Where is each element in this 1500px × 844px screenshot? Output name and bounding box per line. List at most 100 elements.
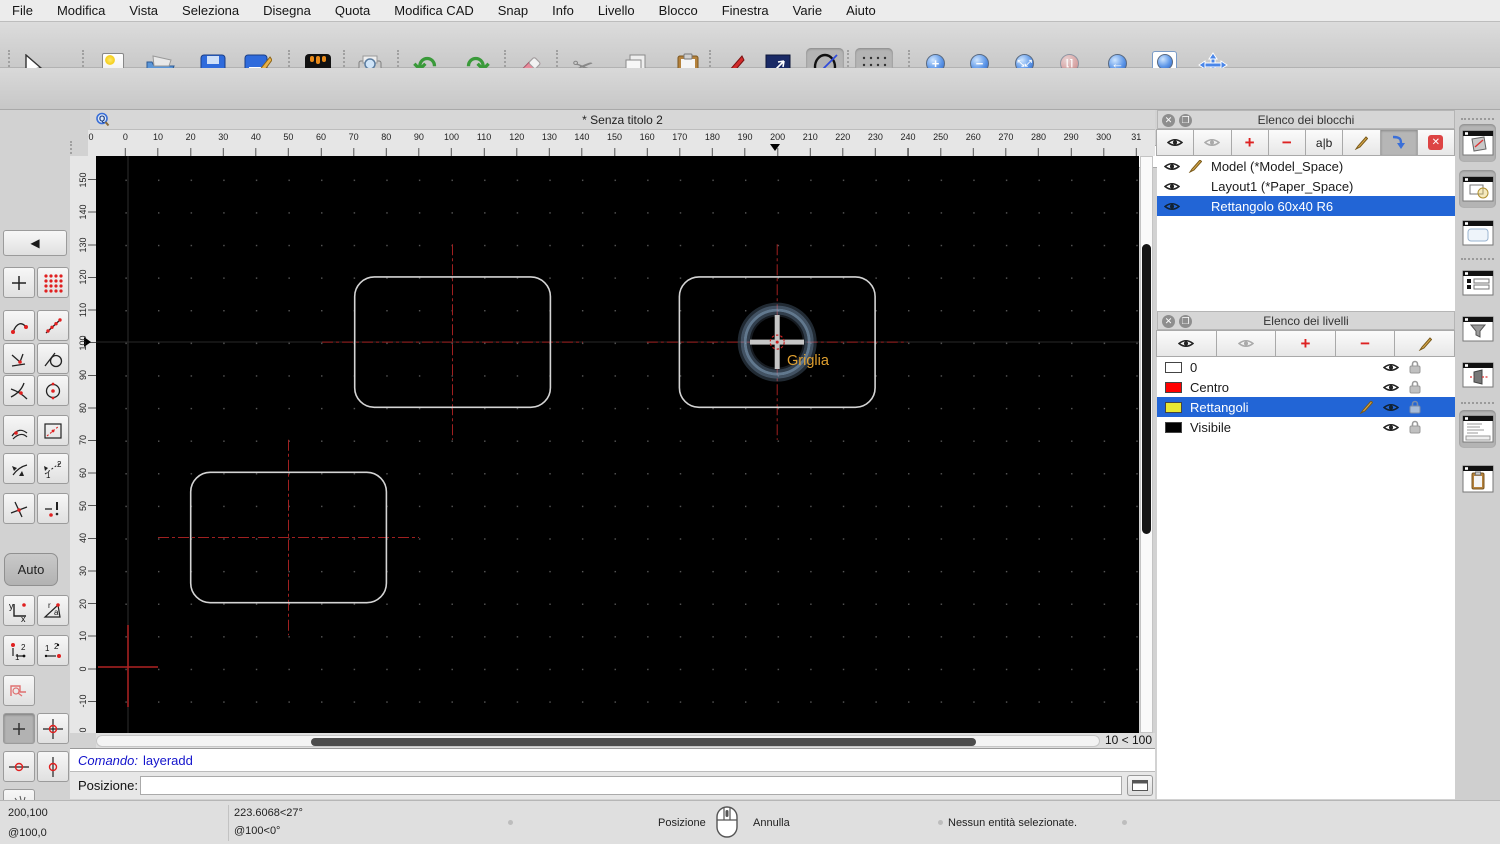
snap-on-entity-button[interactable]	[37, 310, 69, 341]
lock-icon[interactable]	[1409, 360, 1421, 374]
layer-row-visibile[interactable]: Visibile	[1157, 417, 1455, 437]
rename-label: a|b	[1315, 135, 1333, 150]
show-all-layers-button[interactable]	[1156, 330, 1217, 357]
eye-icon[interactable]	[1383, 402, 1399, 413]
snap-center-button[interactable]	[37, 375, 69, 406]
add-block-button[interactable]: +	[1230, 129, 1269, 156]
pencil-icon	[1359, 400, 1373, 414]
command-window-button[interactable]	[1127, 775, 1153, 796]
add-layer-button[interactable]: +	[1275, 330, 1336, 357]
polar-coord-icon: ra	[43, 601, 61, 618]
menu-item-seleziona[interactable]: Seleziona	[182, 3, 239, 18]
menu-item-info[interactable]: Info	[552, 3, 574, 18]
h-ruler-label: 260	[965, 132, 981, 142]
property-list-panel-toggle[interactable]	[1459, 264, 1496, 302]
strip-separator	[1461, 258, 1494, 260]
restrict-both-button[interactable]	[37, 713, 69, 744]
snap-tangent-button[interactable]	[37, 343, 69, 374]
exclamation-snap-icon	[45, 501, 59, 517]
coord-cartesian-button[interactable]: yx	[3, 595, 35, 626]
lock-icon[interactable]	[1409, 400, 1421, 414]
eye-icon[interactable]	[1383, 382, 1399, 393]
restrict-orthogonal-button[interactable]	[3, 453, 35, 484]
remove-layer-button[interactable]: −	[1334, 330, 1396, 357]
coord-polar-button[interactable]: ra	[37, 595, 69, 626]
purge-block-button[interactable]: ✕	[1416, 129, 1455, 156]
auto-button[interactable]: Auto	[4, 553, 58, 586]
coord-relative-button[interactable]: 12	[3, 635, 35, 666]
snap-perpendicular-button[interactable]	[3, 343, 35, 374]
snap-endpoints-button[interactable]	[3, 310, 35, 341]
command-history-panel-toggle[interactable]	[1459, 410, 1496, 448]
snap-intersection-manual-button[interactable]	[3, 493, 35, 524]
filter-panel-toggle[interactable]	[1459, 310, 1496, 348]
auto-label: Auto	[17, 562, 45, 577]
menu-item-blocco[interactable]: Blocco	[659, 3, 698, 18]
layer-row-centro[interactable]: Centro	[1157, 377, 1455, 397]
menu-item-aiuto[interactable]: Aiuto	[846, 3, 876, 18]
view-panel-toggle[interactable]	[1459, 356, 1496, 394]
block-row-rettangolo[interactable]: Rettangolo 60x40 R6	[1157, 196, 1455, 216]
coord-relative-polar-button[interactable]: 12	[37, 635, 69, 666]
layers-panel-toggle[interactable]	[1459, 170, 1496, 208]
snap-distances-button[interactable]: 12	[37, 453, 69, 484]
close-panel-icon[interactable]: ✕	[1162, 315, 1175, 328]
insert-block-list-button[interactable]	[1379, 129, 1418, 156]
edit-block-button[interactable]	[1342, 129, 1381, 156]
detach-panel-icon[interactable]: ❐	[1179, 315, 1192, 328]
close-panel-icon[interactable]: ✕	[1162, 114, 1175, 127]
menu-item-modifica-cad[interactable]: Modifica CAD	[394, 3, 473, 18]
remove-block-button[interactable]: −	[1267, 129, 1306, 156]
menu-item-livello[interactable]: Livello	[598, 3, 635, 18]
horizontal-scrollbar[interactable]	[96, 735, 1100, 747]
restrict-horizontal-button[interactable]	[3, 751, 35, 782]
restrict-none-button[interactable]	[3, 713, 35, 744]
lock-icon[interactable]	[1409, 380, 1421, 394]
menu-item-finestra[interactable]: Finestra	[722, 3, 769, 18]
snap-auto-button[interactable]	[3, 415, 35, 446]
eye-icon[interactable]	[1383, 362, 1399, 373]
command-input[interactable]	[140, 776, 1122, 795]
h-ruler-label: 250	[933, 132, 949, 142]
menu-item-quota[interactable]: Quota	[335, 3, 370, 18]
drawing-canvas[interactable]: Griglia	[96, 156, 1139, 733]
back-button[interactable]: ◀	[3, 230, 67, 256]
restrict-vertical-button[interactable]	[37, 751, 69, 782]
edit-layer-button[interactable]	[1394, 330, 1455, 357]
show-all-blocks-button[interactable]	[1156, 129, 1195, 156]
restrict-off-button[interactable]	[3, 675, 35, 706]
menu-item-disegna[interactable]: Disegna	[263, 3, 311, 18]
lock-icon[interactable]	[1409, 420, 1421, 434]
rename-block-button[interactable]: a|b	[1305, 129, 1344, 156]
vertical-scrollbar-thumb[interactable]	[1142, 244, 1151, 534]
hide-all-blocks-button[interactable]	[1193, 129, 1232, 156]
detach-panel-icon[interactable]: ❐	[1179, 114, 1192, 127]
layers-panel-toolbar: + −	[1156, 330, 1455, 357]
menu-item-modifica[interactable]: Modifica	[57, 3, 105, 18]
hide-all-layers-button[interactable]	[1215, 330, 1277, 357]
layer-row-rettangoli[interactable]: Rettangoli	[1157, 397, 1455, 417]
layer-row-0[interactable]: 0	[1157, 357, 1455, 377]
back-arrow-icon: ◀	[30, 236, 40, 250]
menu-item-varie[interactable]: Varie	[793, 3, 822, 18]
grid-snap-icon	[44, 273, 63, 293]
blocks-panel-toggle[interactable]	[1459, 124, 1496, 162]
snap-grid-button[interactable]	[37, 267, 69, 298]
snap-warning-button[interactable]	[37, 493, 69, 524]
v-ruler-label: 70	[78, 435, 88, 446]
clipboard-panel-toggle[interactable]	[1459, 460, 1496, 498]
layers-list: 0 Centro Rettangoli Visibile	[1157, 357, 1455, 799]
library-panel-toggle[interactable]	[1459, 214, 1496, 252]
menu-item-snap[interactable]: Snap	[498, 3, 528, 18]
vertical-scrollbar[interactable]	[1140, 156, 1153, 733]
snap-intersection-button[interactable]	[3, 375, 35, 406]
blocks-panel-toolbar: + − a|b ✕	[1156, 129, 1455, 156]
snap-free-button[interactable]	[3, 267, 35, 298]
block-row-model[interactable]: Model (*Model_Space)	[1157, 156, 1455, 176]
eye-icon[interactable]	[1383, 422, 1399, 433]
snap-reference-button[interactable]	[37, 415, 69, 446]
menu-item-file[interactable]: File	[12, 3, 33, 18]
block-row-layout1[interactable]: Layout1 (*Paper_Space)	[1157, 176, 1455, 196]
horizontal-scrollbar-thumb[interactable]	[311, 738, 976, 746]
menu-item-vista[interactable]: Vista	[129, 3, 158, 18]
